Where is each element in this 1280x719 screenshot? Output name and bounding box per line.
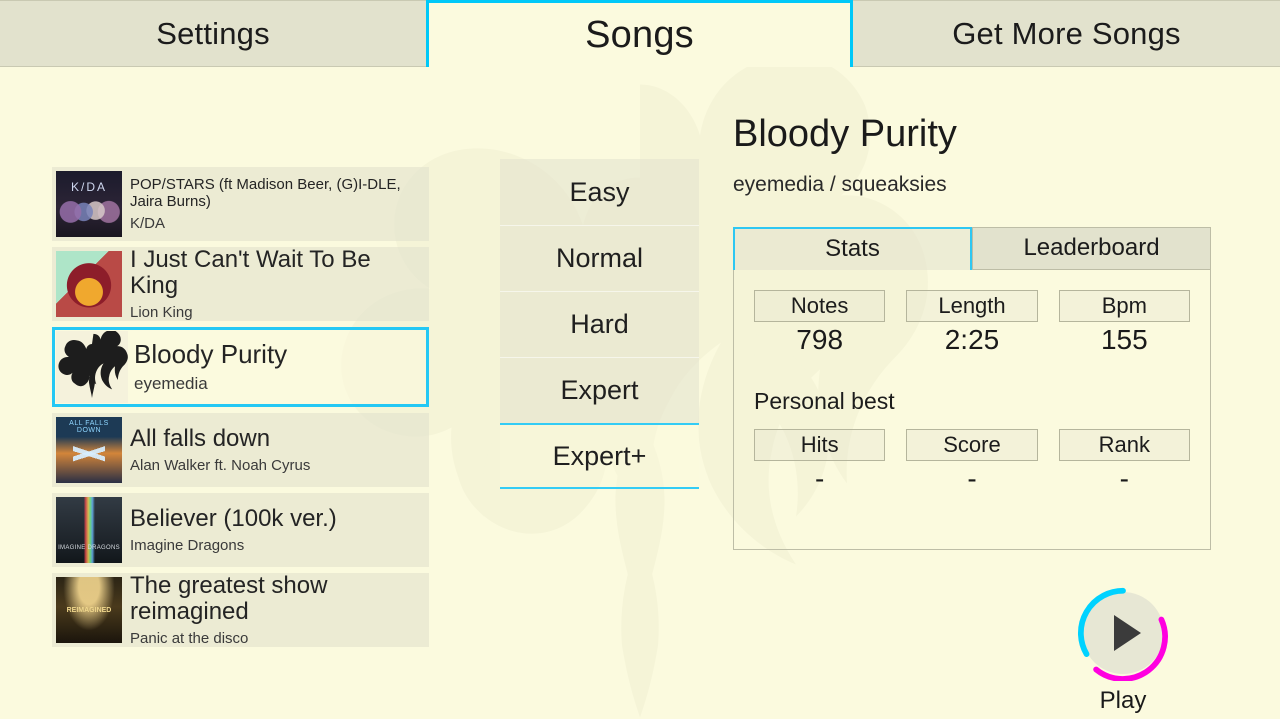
album-art-thumbnail [56,331,128,403]
song-meta: I Just Can't Wait To Be King Lion King [130,247,429,321]
play-button-label: Play [1099,687,1147,714]
tab-get-more-songs-label: Get More Songs [952,15,1181,51]
song-artist: Lion King [130,304,193,321]
difficulty-selector[interactable]: Easy Normal Hard Expert Expert+ [500,159,699,489]
play-ring [1075,585,1171,681]
difficulty-expert-plus[interactable]: Expert+ [500,423,699,489]
song-list[interactable]: POP/STARS (ft Madison Beer, (G)I-DLE, Ja… [52,167,429,653]
song-meta: Bloody Purity eyemedia [134,340,426,394]
song-artist: Alan Walker ft. Noah Cyrus [130,457,311,475]
list-item[interactable]: POP/STARS (ft Madison Beer, (G)I-DLE, Ja… [52,167,429,241]
song-meta: Believer (100k ver.) Imagine Dragons [130,504,429,555]
song-meta: The greatest show reimagined Panic at th… [130,573,429,647]
stat-rank: Rank - [1058,428,1190,495]
stat-notes: Notes 798 [754,289,886,356]
tab-settings-label: Settings [156,15,270,51]
list-item-selected[interactable]: Bloody Purity eyemedia [52,327,429,407]
difficulty-hard[interactable]: Hard [500,291,699,357]
stat-label: Score [906,428,1038,461]
main-tab-bar: Settings Songs Get More Songs [0,0,1280,67]
list-item[interactable]: Believer (100k ver.) Imagine Dragons [52,493,429,567]
stat-label: Length [906,289,1038,322]
tribal-emblem-icon [58,331,128,398]
tab-songs[interactable]: Songs [426,0,853,67]
list-item[interactable]: I Just Can't Wait To Be King Lion King [52,247,429,321]
song-artist: Panic at the disco [130,630,249,647]
personal-best-grid: Hits - Score - Rank - [754,428,1190,495]
song-title: Bloody Purity [134,339,288,370]
detail-tab-bar: Stats Leaderboard [733,226,1211,270]
stat-value: - [1119,462,1129,494]
song-title: The greatest show reimagined [130,573,328,625]
difficulty-label: Normal [555,243,643,273]
stat-label: Bpm [1058,289,1190,322]
stat-value: - [967,462,977,494]
song-artist: Imagine Dragons [130,537,245,555]
song-stats-grid: Notes 798 Length 2:25 Bpm 155 [754,289,1190,356]
stat-score: Score - [906,428,1038,495]
stat-value: 155 [1100,323,1148,355]
album-art-thumbnail [56,251,122,317]
stat-label: Rank [1058,428,1190,461]
song-artist: K/DA [130,215,166,233]
difficulty-expert[interactable]: Expert [500,357,699,423]
album-art-thumbnail [56,171,122,237]
stat-value: 798 [796,323,844,355]
stats-panel: Notes 798 Length 2:25 Bpm 155 Personal b… [733,269,1211,550]
album-art-thumbnail [56,577,122,643]
song-credit: eyemedia / squeaksies [733,172,947,196]
song-title: All falls down [130,424,271,452]
difficulty-label: Expert [560,375,639,405]
tab-settings[interactable]: Settings [0,0,428,67]
song-meta: All falls down Alan Walker ft. Noah Cyru… [130,424,429,475]
list-item[interactable]: All falls down Alan Walker ft. Noah Cyru… [52,413,429,487]
song-artist: eyemedia [134,373,208,393]
tab-leaderboard-label: Leaderboard [1023,234,1160,262]
song-title: I Just Can't Wait To Be King [130,247,371,299]
album-art-thumbnail [56,417,122,483]
stat-bpm: Bpm 155 [1058,289,1190,356]
tab-stats[interactable]: Stats [733,226,972,270]
difficulty-normal[interactable]: Normal [500,225,699,291]
play-button[interactable]: Play [1074,585,1172,715]
list-item[interactable]: The greatest show reimagined Panic at th… [52,573,429,647]
stat-label: Notes [754,289,886,322]
stat-label: Hits [754,428,886,461]
difficulty-label: Easy [569,176,630,207]
album-art-thumbnail [56,497,122,563]
difficulty-label: Expert+ [552,440,647,471]
page-content: POP/STARS (ft Madison Beer, (G)I-DLE, Ja… [0,67,1280,719]
stat-value: 2:25 [944,323,1000,355]
tab-songs-label: Songs [585,13,694,56]
stat-value: - [815,462,825,494]
difficulty-easy[interactable]: Easy [500,159,699,225]
tab-stats-label: Stats [825,235,880,263]
song-detail-pane: Bloody Purity eyemedia / squeaksies Stat… [733,113,1211,550]
personal-best-heading: Personal best [754,387,895,414]
play-triangle-icon [1114,615,1141,651]
page-title: Bloody Purity [733,113,957,155]
stat-length: Length 2:25 [906,289,1038,356]
song-title: POP/STARS (ft Madison Beer, (G)I-DLE, Ja… [130,175,401,210]
tab-get-more-songs[interactable]: Get More Songs [851,0,1280,67]
stat-hits: Hits - [754,428,886,495]
song-title: Believer (100k ver.) [130,504,337,532]
song-meta: POP/STARS (ft Madison Beer, (G)I-DLE, Ja… [130,176,429,233]
difficulty-label: Hard [570,309,629,339]
tab-leaderboard[interactable]: Leaderboard [972,226,1211,270]
